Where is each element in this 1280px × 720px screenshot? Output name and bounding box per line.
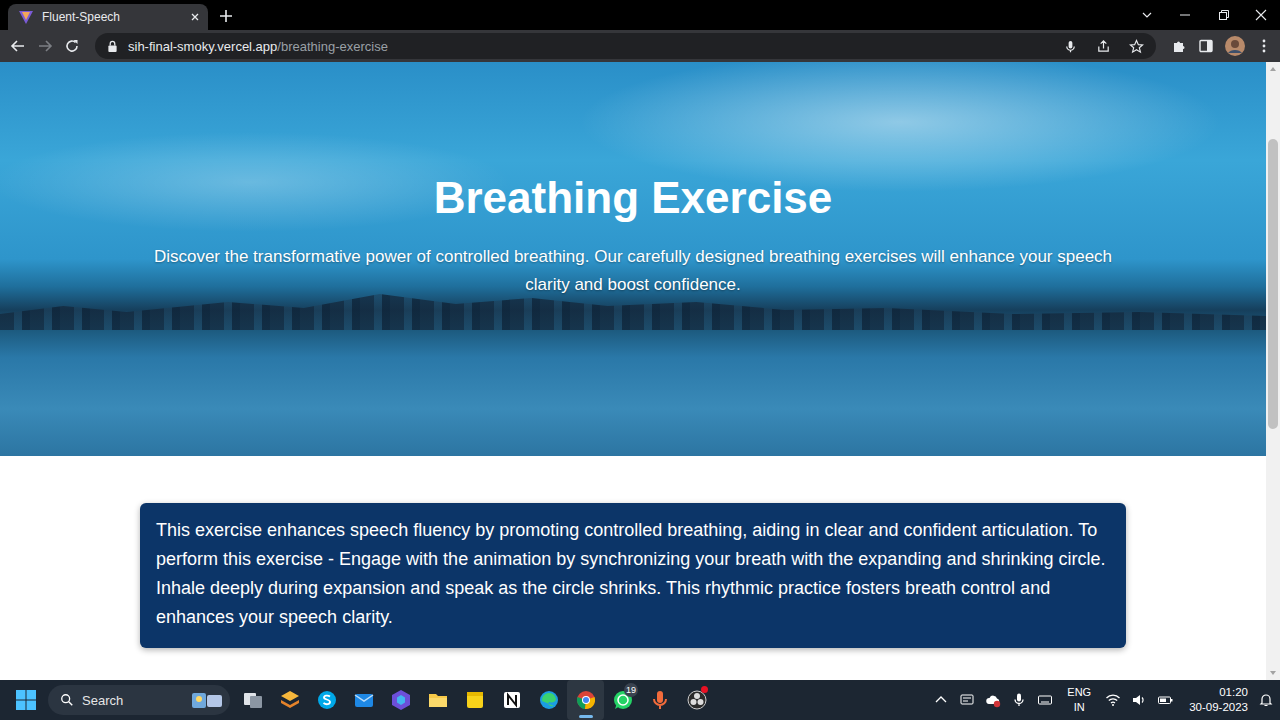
scrollbar[interactable] [1266,62,1280,680]
taskbar-app[interactable] [234,680,271,720]
battery-icon[interactable] [1157,692,1173,708]
system-tray: ENGIN 01:2030-09-2023 [933,685,1274,715]
hero-subtitle: Discover the transformative power of con… [138,243,1128,299]
date: 30-09-2023 [1189,700,1248,715]
notion-icon [500,688,524,712]
chrome-icon [574,688,598,712]
region: IN [1074,700,1085,715]
app-badge: 19 [624,683,638,697]
edge-icon [537,688,561,712]
taskbar-app[interactable]: 19 [604,680,641,720]
taskbar-app[interactable] [382,680,419,720]
hero-banner: Breathing Exercise Discover the transform… [0,62,1266,456]
recorder-icon [648,688,672,712]
taskbar-app[interactable] [271,680,308,720]
favicon-icon [18,9,34,25]
task-view-icon [241,688,265,712]
extensions-icon[interactable] [1171,38,1187,54]
toolbar: sih-final-smoky.vercel.app/breathing-exe… [0,30,1280,62]
mail-icon [352,688,376,712]
notifications-icon[interactable] [1258,692,1274,708]
screen: Fluent-Speech sih-final-smoky.vercel.app/… [0,0,1280,720]
maximize-icon[interactable] [1204,0,1242,30]
forward-icon[interactable] [37,38,53,54]
page-viewport: Breathing Exercise Discover the transform… [0,62,1280,680]
language: ENG [1067,685,1091,700]
close-icon[interactable] [190,12,200,22]
menu-icon[interactable] [1256,38,1272,54]
taskbar-app[interactable] [456,680,493,720]
taskbar-apps: 19 [234,680,715,720]
reload-icon[interactable] [64,38,80,54]
search-highlight-icon [190,690,224,710]
profile-avatar-icon[interactable] [1225,36,1245,56]
microphone-icon[interactable] [1063,39,1078,54]
taskbar-app[interactable] [530,680,567,720]
start-icon[interactable] [16,690,36,710]
stack-app-icon [278,688,302,712]
show-hidden-icon[interactable] [933,692,949,708]
address-bar[interactable]: sih-final-smoky.vercel.app/breathing-exe… [95,33,1156,59]
browser-tab[interactable]: Fluent-Speech [8,4,208,30]
scroll-down-icon[interactable] [1269,670,1277,676]
taskbar-app[interactable] [345,680,382,720]
file-explorer-icon [426,688,450,712]
tab-title: Fluent-Speech [42,10,182,24]
close-window-icon[interactable] [1242,0,1280,30]
minimize-icon[interactable] [1166,0,1204,30]
instructions-card: This exercise enhances speech fluency by… [140,503,1126,648]
time: 01:20 [1219,685,1248,700]
back-icon[interactable] [10,38,26,54]
page: Breathing Exercise Discover the transform… [0,62,1266,680]
new-tab-icon[interactable] [219,9,233,23]
instructions-text: This exercise enhances speech fluency by… [156,516,1110,632]
hero-title: Breathing Exercise [434,172,833,225]
url: sih-final-smoky.vercel.app/breathing-exe… [128,39,388,54]
bookmark-star-icon[interactable] [1129,39,1144,54]
taskbar-app[interactable] [678,680,715,720]
share-icon[interactable] [1096,39,1111,54]
clock[interactable]: 01:2030-09-2023 [1183,685,1248,715]
skype-icon [315,688,339,712]
cloud-error-icon[interactable] [985,692,1001,708]
active-indicator [579,715,593,718]
scrollbar-thumb[interactable] [1268,139,1278,429]
window-controls [1128,0,1280,30]
wifi-icon[interactable] [1105,692,1121,708]
language-indicator[interactable]: ENGIN [1063,685,1095,715]
hero-image [0,290,1266,330]
search-placeholder: Search [82,693,182,708]
scroll-up-icon[interactable] [1269,66,1277,72]
tab-strip: Fluent-Speech [0,0,1280,30]
microphone-icon[interactable] [1011,692,1027,708]
taskbar: Search 19 ENGIN 01:2030-09-2023 [0,680,1280,720]
volume-icon[interactable] [1131,692,1147,708]
taskbar-app[interactable] [641,680,678,720]
hexagon-app-icon [389,688,413,712]
sticky-notes-icon [463,688,487,712]
taskbar-app[interactable] [567,680,604,720]
taskbar-app[interactable] [419,680,456,720]
notification-app-icon[interactable] [959,692,975,708]
taskbar-search[interactable]: Search [48,685,230,715]
tab-search-icon[interactable] [1128,0,1166,30]
search-icon [60,693,74,707]
alert-dot [701,686,708,693]
taskbar-app[interactable] [308,680,345,720]
lock-icon[interactable] [107,40,118,53]
side-panel-icon[interactable] [1198,38,1214,54]
keyboard-icon[interactable] [1037,692,1053,708]
taskbar-app[interactable] [493,680,530,720]
